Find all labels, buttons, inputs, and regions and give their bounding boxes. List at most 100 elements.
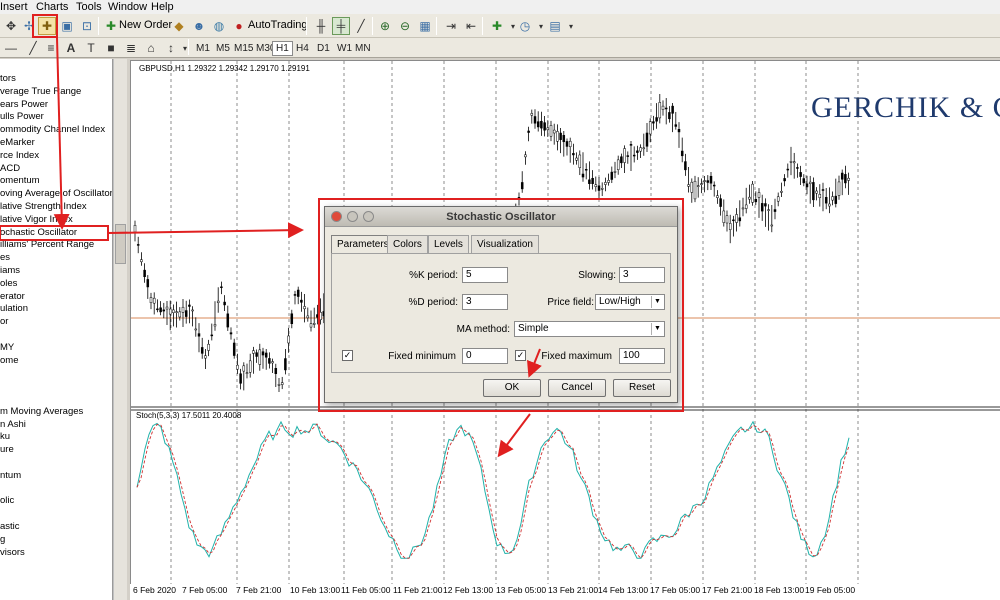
navigator-item[interactable]: ochastic Oscillator: [0, 225, 78, 239]
navigator-item[interactable]: n Ashi: [0, 418, 26, 431]
timeframe-m1[interactable]: M1: [192, 41, 214, 56]
navigator-item[interactable]: ku: [0, 430, 10, 443]
ma-method-select[interactable]: Simple ▼: [514, 321, 665, 337]
timeframe-h4[interactable]: H4: [292, 41, 313, 56]
autoscroll-icon[interactable]: ⇥: [442, 17, 460, 35]
navigator-item[interactable]: es: [0, 251, 10, 264]
candle-body: [191, 309, 194, 312]
arrows-icon[interactable]: ✥: [2, 17, 20, 35]
new-order-icon[interactable]: ✚: [102, 17, 120, 35]
timeframe-mn[interactable]: MN: [351, 41, 375, 56]
menu-charts[interactable]: Charts: [36, 1, 68, 13]
time-axis-label: 19 Feb 05:00: [805, 585, 856, 595]
navigator-item[interactable]: ACD: [0, 162, 20, 175]
text-label-icon[interactable]: T: [82, 39, 100, 57]
zoom-window-icon[interactable]: ⊡: [78, 17, 96, 35]
fixed-minimum-checkbox[interactable]: ✓: [342, 350, 353, 361]
scrollbar-thumb[interactable]: [115, 224, 126, 264]
navigator-item[interactable]: oving Average of Oscillator: [0, 187, 112, 200]
navigator-item[interactable]: tors: [0, 72, 16, 85]
globe-icon[interactable]: ◍: [210, 17, 228, 35]
candle-body: [264, 352, 268, 358]
candle-body: [712, 184, 716, 187]
navigator-item[interactable]: g: [0, 533, 5, 546]
navigator-item[interactable]: visors: [0, 546, 25, 559]
navigator-item[interactable]: illiams' Percent Range: [0, 238, 94, 251]
navigator-item[interactable]: or: [0, 315, 8, 328]
candle-body: [821, 189, 825, 191]
slowing-input[interactable]: 3: [619, 267, 665, 283]
navigator-item[interactable]: ears Power: [0, 98, 48, 111]
candlestick-icon[interactable]: ╪: [332, 17, 350, 35]
navigator-item[interactable]: ntum: [0, 469, 21, 482]
experts-icon[interactable]: ◆: [170, 17, 188, 35]
ok-button[interactable]: OK: [483, 379, 541, 397]
navigator-item[interactable]: omentum: [0, 174, 40, 187]
candle-body: [655, 117, 658, 122]
signals-icon[interactable]: ☻: [190, 17, 208, 35]
candle-body: [229, 332, 233, 335]
navigator-item[interactable]: ulation: [0, 302, 28, 315]
indicators-folder-icon[interactable]: ✚: [38, 17, 56, 35]
horizontal-line-icon[interactable]: —: [2, 39, 20, 57]
chevron-down-icon[interactable]: ▾: [562, 17, 580, 35]
candle-body: [735, 214, 738, 223]
navigator-item[interactable]: ommodity Channel Index: [0, 123, 105, 136]
k-period-input[interactable]: 5: [462, 267, 508, 283]
candle-body: [184, 310, 188, 317]
fixed-maximum-checkbox[interactable]: ✓: [515, 350, 526, 361]
rectangle-icon[interactable]: ■: [102, 39, 120, 57]
shapes-icon[interactable]: ⌂: [142, 39, 160, 57]
autotrading-icon[interactable]: ●: [230, 17, 248, 35]
trendline-icon[interactable]: ╱: [24, 39, 42, 57]
time-axis-label: 11 Feb 05:00: [341, 585, 391, 595]
menu-window[interactable]: Window: [108, 1, 147, 13]
navigator-item[interactable]: lative Vigor Index: [0, 213, 73, 226]
navigator-scrollbar[interactable]: [113, 59, 127, 600]
cancel-button[interactable]: Cancel: [548, 379, 606, 397]
menu-tools[interactable]: Tools: [76, 1, 102, 13]
bar-chart-icon[interactable]: ╫: [312, 17, 330, 35]
navigator-item[interactable]: ulls Power: [0, 110, 44, 123]
menu-insert[interactable]: Insert: [0, 1, 28, 13]
new-order-button[interactable]: New Order: [119, 19, 172, 31]
move-icon[interactable]: ✢: [20, 17, 38, 35]
price-field-label: Price field:: [547, 297, 594, 308]
text-icon[interactable]: A: [62, 39, 80, 57]
navigator-item[interactable]: astic: [0, 520, 20, 533]
chart-shift-icon[interactable]: ⇤: [462, 17, 480, 35]
fixed-maximum-input[interactable]: 100: [619, 348, 665, 364]
channel-icon[interactable]: ≡: [42, 39, 60, 57]
navigator-item[interactable]: olic: [0, 494, 14, 507]
navigator-item[interactable]: rce Index: [0, 149, 39, 162]
navigator-item[interactable]: MY: [0, 341, 14, 354]
navigator-item[interactable]: verage True Range: [0, 85, 81, 98]
line-chart-icon[interactable]: ╱: [352, 17, 370, 35]
fixed-minimum-input[interactable]: 0: [462, 348, 508, 364]
candle-body: [562, 135, 566, 143]
timeframe-d1[interactable]: D1: [313, 41, 334, 56]
zoom-in-icon[interactable]: ⊕: [376, 17, 394, 35]
navigator-item[interactable]: oles: [0, 277, 17, 290]
navigator-item[interactable]: erator: [0, 290, 25, 303]
window-icon[interactable]: ▣: [58, 17, 76, 35]
price-field-select[interactable]: Low/High ▼: [595, 294, 665, 310]
autotrading-button[interactable]: AutoTrading: [248, 19, 308, 31]
d-period-input[interactable]: 3: [462, 294, 508, 310]
navigator-item[interactable]: lative Strength Index: [0, 200, 87, 213]
tab-colors[interactable]: Colors: [387, 235, 428, 253]
navigator-item[interactable]: ome: [0, 354, 18, 367]
zoom-out-icon[interactable]: ⊖: [396, 17, 414, 35]
tab-parameters[interactable]: Parameters: [331, 235, 395, 254]
navigator-item[interactable]: iams: [0, 264, 20, 277]
navigator-item[interactable]: m Moving Averages: [0, 405, 83, 418]
fibonacci-icon[interactable]: ≣: [122, 39, 140, 57]
timeframe-h1[interactable]: H1: [272, 41, 293, 56]
navigator-item[interactable]: ure: [0, 443, 14, 456]
tile-windows-icon[interactable]: ▦: [416, 17, 434, 35]
tab-visualization[interactable]: Visualization: [471, 235, 539, 253]
tab-levels[interactable]: Levels: [428, 235, 469, 253]
menu-help[interactable]: Help: [151, 1, 174, 13]
reset-button[interactable]: Reset: [613, 379, 671, 397]
navigator-item[interactable]: eMarker: [0, 136, 35, 149]
